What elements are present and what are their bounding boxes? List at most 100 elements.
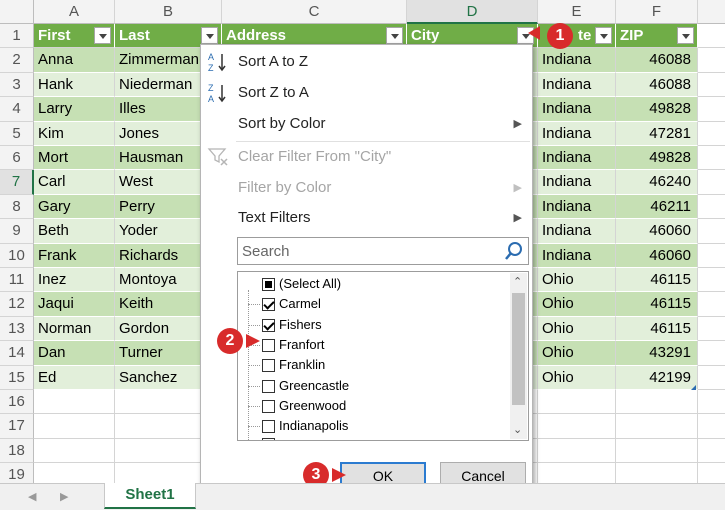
row-header[interactable]: 6 [0, 146, 34, 171]
table-cell-zip[interactable]: 47281 [616, 121, 698, 146]
row-header[interactable]: 19 [0, 463, 34, 483]
table-cell-zip[interactable]: 46240 [616, 170, 698, 195]
cell[interactable] [698, 268, 725, 293]
cell[interactable] [698, 414, 725, 439]
table-cell-state[interactable]: Indiana [538, 72, 616, 98]
column-header-d[interactable]: D [407, 0, 538, 24]
cell[interactable] [698, 24, 725, 49]
cell[interactable] [616, 414, 698, 439]
row-header[interactable]: 5 [0, 121, 34, 146]
cell[interactable] [538, 463, 616, 483]
table-cell-first[interactable]: Ed [34, 365, 115, 390]
cell[interactable] [698, 73, 725, 98]
filter-checkbox[interactable] [262, 278, 275, 291]
row-header[interactable]: 9 [0, 219, 34, 244]
cell[interactable] [698, 170, 725, 195]
column-header-a[interactable]: A [34, 0, 115, 24]
row-header[interactable]: 10 [0, 243, 34, 268]
cell[interactable] [698, 48, 725, 73]
table-cell-first[interactable]: Mort [34, 146, 115, 171]
column-header-f[interactable]: F [616, 0, 698, 24]
table-cell-zip[interactable]: 46060 [616, 219, 698, 244]
column-header-e[interactable]: E [538, 0, 616, 24]
table-header-zip[interactable]: ZIP [616, 24, 698, 49]
table-cell-state[interactable]: Ohio [538, 341, 616, 366]
list-scrollbar[interactable]: ⌃ ⌄ [510, 273, 527, 439]
select-all-corner[interactable] [0, 0, 34, 24]
cell[interactable] [34, 438, 115, 464]
column-header-b[interactable]: B [115, 0, 222, 24]
row-header[interactable]: 2 [0, 48, 34, 73]
table-cell-first[interactable]: Frank [34, 243, 115, 268]
cell[interactable] [698, 97, 725, 122]
table-header-first[interactable]: First [34, 24, 115, 49]
table-cell-first[interactable]: Larry [34, 97, 115, 122]
table-cell-zip[interactable]: 46060 [616, 243, 698, 268]
filter-dropdown-button[interactable] [94, 27, 111, 44]
table-cell-state[interactable]: Indiana [538, 219, 616, 244]
filter-checkbox[interactable] [262, 298, 275, 312]
filter-checkbox[interactable] [262, 420, 275, 434]
scrollbar-thumb[interactable] [512, 293, 525, 405]
cell[interactable] [698, 390, 725, 415]
table-cell-first[interactable]: Inez [34, 268, 115, 293]
filter-dropdown-button[interactable] [386, 27, 403, 44]
table-cell-first[interactable]: Jaqui [34, 292, 115, 317]
cell[interactable] [538, 414, 616, 439]
row-header[interactable]: 13 [0, 316, 34, 342]
tab-scroll-left-icon[interactable]: ◀ [28, 490, 36, 503]
table-cell-first[interactable]: Kim [34, 121, 115, 146]
cell[interactable] [698, 317, 725, 342]
table-cell-zip[interactable]: 46088 [616, 72, 698, 98]
filter-checkbox[interactable] [262, 438, 275, 440]
cell[interactable] [698, 195, 725, 220]
text-filters-item[interactable]: Text Filters ▶ [201, 203, 532, 233]
filter-values-list[interactable]: (Select All) Carmel Fishers Franfort Frankli… [237, 271, 529, 441]
table-cell-state[interactable]: Indiana [538, 146, 616, 171]
row-header[interactable]: 15 [0, 365, 34, 390]
cell[interactable] [616, 438, 698, 464]
table-cell-state[interactable]: Ohio [538, 365, 616, 390]
filter-dropdown-button[interactable] [201, 27, 218, 44]
sort-by-color-item[interactable]: Sort by Color ▶ [201, 109, 532, 139]
filter-checkbox[interactable] [262, 359, 275, 373]
cell[interactable] [616, 463, 698, 483]
column-header-c[interactable]: C [222, 0, 407, 24]
cell[interactable] [698, 219, 725, 244]
table-cell-first[interactable]: Dan [34, 341, 115, 366]
table-cell-zip[interactable]: 46115 [616, 268, 698, 293]
table-cell-state[interactable]: Indiana [538, 194, 616, 220]
cell[interactable] [538, 438, 616, 464]
cell[interactable] [698, 292, 725, 317]
row-header[interactable]: 4 [0, 97, 34, 122]
cell[interactable] [698, 439, 725, 464]
table-cell-zip[interactable]: 43291 [616, 341, 698, 366]
table-cell-state[interactable]: Indiana [538, 97, 616, 122]
sort-z-to-a-item[interactable]: Z A Sort Z to A [201, 78, 532, 108]
scroll-up-icon[interactable]: ⌃ [513, 275, 522, 288]
scroll-down-icon[interactable]: ⌄ [513, 423, 522, 436]
cell[interactable] [698, 463, 725, 483]
filter-checkbox[interactable] [262, 318, 275, 332]
cell[interactable] [34, 390, 115, 415]
row-header[interactable]: 12 [0, 292, 34, 317]
cell[interactable] [698, 146, 725, 171]
table-cell-first[interactable]: Beth [34, 219, 115, 244]
row-header[interactable]: 11 [0, 268, 34, 293]
table-cell-first[interactable]: Gary [34, 194, 115, 220]
table-cell-state[interactable]: Indiana [538, 48, 616, 73]
filter-checkbox[interactable] [262, 379, 275, 393]
table-cell-first[interactable]: Norman [34, 316, 115, 342]
cell[interactable] [34, 463, 115, 483]
table-cell-zip[interactable]: 46088 [616, 48, 698, 73]
sort-a-to-z-item[interactable]: A Z Sort A to Z [201, 47, 532, 77]
row-header[interactable]: 3 [0, 72, 34, 98]
row-header[interactable]: 7 [0, 170, 34, 195]
filter-dropdown-button[interactable] [677, 27, 694, 44]
table-cell-first[interactable]: Carl [34, 170, 115, 195]
table-cell-state[interactable]: Indiana [538, 243, 616, 268]
table-cell-zip[interactable]: 46115 [616, 292, 698, 317]
filter-checkbox[interactable] [262, 338, 275, 352]
table-cell-state[interactable]: Ohio [538, 268, 616, 293]
cell[interactable] [698, 341, 725, 366]
